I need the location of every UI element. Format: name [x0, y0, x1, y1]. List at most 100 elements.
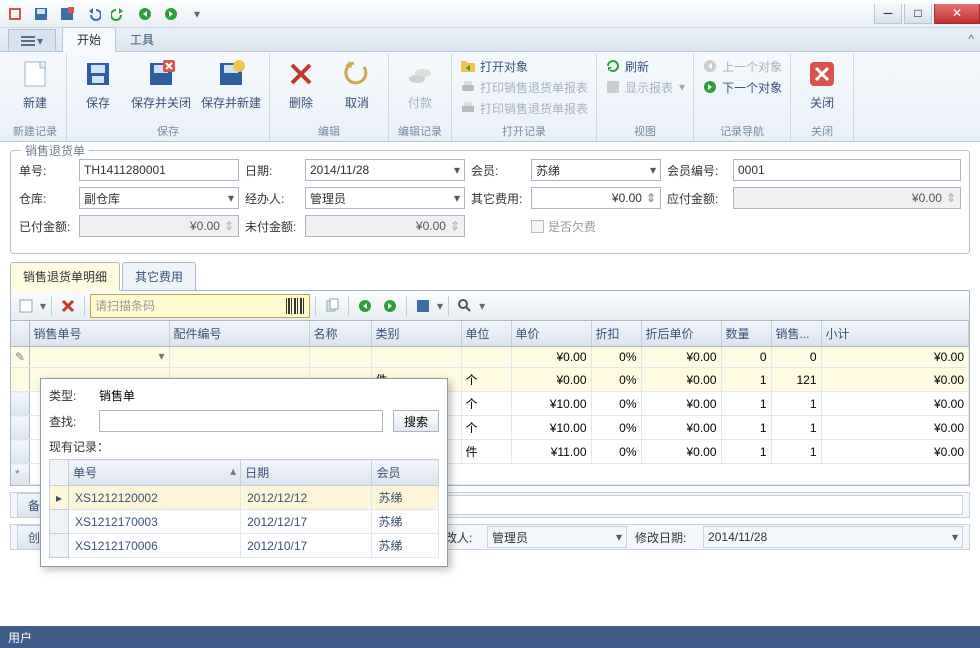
col-cat[interactable]: 类别 [371, 321, 461, 347]
col-part-no[interactable]: 配件编号 [169, 321, 309, 347]
popup-row[interactable]: XS12121700032012/12/17苏绨 [50, 510, 439, 534]
close-icon [806, 58, 838, 90]
maximize-button[interactable]: □ [904, 4, 932, 24]
qat-dropdown-icon[interactable]: ▾ [186, 4, 208, 24]
save-close-label: 保存并关闭 [131, 94, 191, 111]
checkbox-icon [531, 220, 544, 233]
grid-toolbar: ▾ 请扫描条码 ▾ ▾ [10, 291, 970, 321]
open-icon [460, 58, 476, 74]
group-close-label: 关闭 [811, 121, 833, 141]
input-due: ¥0.00⇕ [733, 187, 961, 209]
barcode-input[interactable]: 请扫描条码 [90, 294, 310, 318]
show-report-label: 显示报表 [625, 79, 673, 96]
cancel-button[interactable]: 取消 [330, 54, 384, 120]
next-object-button[interactable]: 下一个对象 [698, 77, 786, 97]
modifier-input[interactable]: 管理员▾ [487, 526, 627, 548]
tab-start[interactable]: 开始 [62, 27, 116, 52]
col-subtotal[interactable]: 小计 [821, 321, 969, 347]
qat-prev-icon[interactable] [134, 4, 156, 24]
input-operator[interactable]: 管理员▾ [305, 187, 465, 209]
grid-next-button[interactable] [379, 295, 401, 317]
qat-redo-icon[interactable] [108, 4, 130, 24]
col-disc[interactable]: 折扣 [591, 321, 641, 347]
col-unit[interactable]: 单位 [461, 321, 511, 347]
col-qty[interactable]: 数量 [721, 321, 771, 347]
save-button[interactable]: 保存 [71, 54, 125, 120]
input-member-no[interactable]: 0001 [733, 159, 961, 181]
label-warehouse: 仓库: [19, 190, 73, 207]
popup-existing-label: 现有记录： [49, 438, 439, 455]
panel-legend: 销售退货单 [21, 142, 89, 159]
cell[interactable]: ¥0.00 [821, 347, 969, 368]
app-menu-button[interactable]: ▾ [8, 29, 56, 51]
grid-copy-button[interactable] [321, 295, 343, 317]
new-label: 新建 [23, 94, 47, 111]
col-sale-no[interactable]: 销售单号 [29, 321, 169, 347]
close-button[interactable]: 关闭 [795, 54, 849, 120]
grid-export-button[interactable] [412, 295, 434, 317]
grid-prev-button[interactable] [354, 295, 376, 317]
qat-next-icon[interactable] [160, 4, 182, 24]
qat-save-icon[interactable] [30, 4, 52, 24]
arrow-left-icon [702, 58, 718, 74]
tab-tools[interactable]: 工具 [116, 28, 168, 51]
subtab-detail[interactable]: 销售退货单明细 [10, 262, 120, 291]
cell[interactable]: ¥0.00 [511, 347, 591, 368]
prev-label: 上一个对象 [722, 58, 782, 75]
mod-date-value: 2014/11/28 [708, 530, 767, 544]
popup-col-no[interactable]: 单号 ▴ [69, 460, 241, 486]
value-member-no: 0001 [738, 163, 765, 177]
grid-new-button[interactable] [15, 295, 37, 317]
input-warehouse[interactable]: 副仓库▾ [79, 187, 239, 209]
qat-saveclose-icon[interactable] [56, 4, 78, 24]
col-sale[interactable]: 销售... [771, 321, 821, 347]
popup-type-label: 类型: [49, 387, 89, 404]
popup-search-button[interactable]: 搜索 [393, 410, 439, 432]
print-report-button: 打印销售退货单报表 [456, 77, 592, 97]
ribbon-collapse-icon[interactable]: ^ [968, 32, 974, 46]
open-object-button[interactable]: 打开对象 [456, 56, 592, 76]
minimize-button[interactable]: ─ [874, 4, 902, 24]
col-disc-price[interactable]: 折后单价 [641, 321, 721, 347]
group-editrec-label: 编辑记录 [398, 121, 442, 141]
col-name[interactable]: 名称 [309, 321, 371, 347]
mod-date-input[interactable]: 2014/11/28▾ [703, 526, 963, 548]
delete-button[interactable]: 删除 [274, 54, 328, 120]
popup-row[interactable]: ▸XS12121200022012/12/12苏绨 [50, 486, 439, 510]
label-paid: 已付金额: [19, 218, 73, 235]
input-no[interactable]: TH1411280001 [79, 159, 239, 181]
refresh-button[interactable]: 刷新 [601, 56, 689, 76]
popup-col-date[interactable]: 日期 [241, 460, 372, 486]
save-close-button[interactable]: 保存并关闭 [127, 54, 195, 120]
grid-find-button[interactable] [454, 295, 476, 317]
input-otherfee[interactable]: ¥0.00⇕ [531, 187, 661, 209]
popup-col-member[interactable]: 会员 [372, 460, 439, 486]
input-member[interactable]: 苏绨▾ [531, 159, 661, 181]
label-otherfee: 其它费用: [471, 190, 525, 207]
new-button[interactable]: 新建 [8, 54, 62, 120]
value-unpaid: ¥0.00 [416, 219, 446, 233]
col-price[interactable]: 单价 [511, 321, 591, 347]
printer-icon [460, 79, 476, 95]
window-close-button[interactable]: ✕ [934, 4, 980, 24]
cell[interactable]: 0 [721, 347, 771, 368]
qat-undo-icon[interactable] [82, 4, 104, 24]
save-new-label: 保存并新建 [201, 94, 261, 111]
chevron-down-icon[interactable]: ▾ [454, 163, 460, 177]
grid-delete-button[interactable] [57, 295, 79, 317]
popup-row[interactable]: XS12121700062012/10/17苏绨 [50, 534, 439, 558]
group-edit-label: 编辑 [318, 121, 340, 141]
delete-label: 删除 [289, 94, 313, 111]
save-new-button[interactable]: 保存并新建 [197, 54, 265, 120]
subtab-otherfee[interactable]: 其它费用 [122, 262, 196, 290]
grid-filter-row[interactable]: ✎▾ ¥0.00 0% ¥0.00 0 0 ¥0.00 [11, 347, 969, 368]
cell[interactable]: 0% [591, 347, 641, 368]
print-report2-button: 打印销售退货单报表 [456, 98, 592, 118]
input-date[interactable]: 2014/11/28▾ [305, 159, 465, 181]
chevron-down-icon[interactable]: ▾ [228, 191, 234, 205]
popup-search-input[interactable] [99, 410, 383, 432]
chevron-down-icon[interactable]: ▾ [650, 163, 656, 177]
cell[interactable]: 0 [771, 347, 821, 368]
chevron-down-icon[interactable]: ▾ [454, 191, 460, 205]
cell[interactable]: ¥0.00 [641, 347, 721, 368]
